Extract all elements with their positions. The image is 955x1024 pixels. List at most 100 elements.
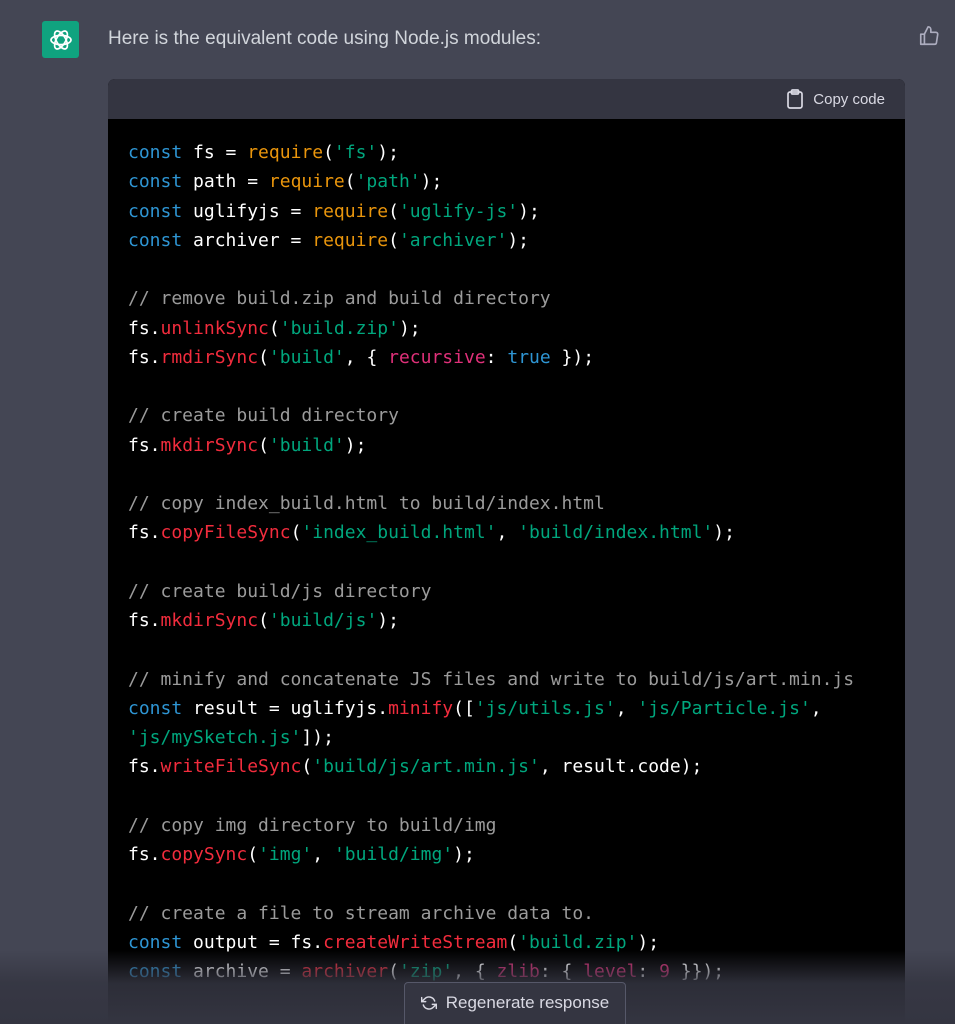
code-token-bool: true: [507, 346, 551, 368]
code-line: fs.writeFileSync('build/js/art.min.js', …: [128, 752, 905, 781]
code-token-plain: (: [388, 229, 399, 251]
code-token-plain: fs.: [128, 317, 161, 339]
code-token-plain: result = uglifyjs.: [182, 697, 389, 719]
code-token-func: writeFileSync: [160, 756, 302, 778]
code-token-string: 'js/Particle.js': [637, 697, 811, 719]
code-token-func: copyFileSync: [160, 522, 291, 544]
code-line: // minify and concatenate JS files and w…: [128, 665, 905, 694]
code-token-string: 'js/utils.js': [474, 697, 616, 719]
code-token-string: 'build': [268, 434, 345, 456]
code-token-builtin: require: [312, 200, 389, 222]
code-token-plain: );: [507, 229, 529, 251]
code-token-plain: ,: [615, 697, 638, 719]
code-block-header: Copy code: [108, 79, 905, 119]
code-token-string: 'uglify-js': [398, 200, 519, 222]
code-token-string: 'build/index.html': [518, 522, 714, 544]
code-token-string: 'index_build.html': [301, 522, 497, 544]
code-token-plain: fs.: [128, 610, 161, 631]
thumbs-up-button[interactable]: [918, 25, 940, 47]
code-token-plain: :: [485, 346, 508, 368]
code-token-builtin: require: [247, 142, 324, 163]
code-token-string: 'build/js/art.min.js': [312, 756, 540, 778]
code-token-comment: // copy img directory to build/img: [128, 814, 497, 836]
code-token-plain: );: [713, 522, 735, 544]
code-token-keyword: const: [128, 697, 183, 719]
code-token-plain: (: [258, 610, 269, 631]
code-token-plain: (: [258, 434, 269, 456]
code-token-string: 'js/mySketch.js': [128, 727, 302, 748]
code-line: // create build directory: [128, 401, 905, 430]
code-token-plain: uglifyjs =: [182, 200, 313, 222]
code-token-plain: ,: [312, 844, 334, 865]
assistant-avatar: [42, 21, 79, 58]
code-token-plain: ]);: [301, 727, 334, 748]
code-token-plain: (: [290, 522, 302, 544]
code-line: 'js/mySketch.js']);: [128, 723, 905, 752]
code-token-plain: );: [453, 844, 475, 865]
code-token-string: 'build': [268, 346, 345, 368]
code-token-plain: fs.: [128, 522, 161, 544]
code-token-string: 'fs': [333, 142, 378, 163]
code-token-plain: archiver =: [182, 229, 313, 251]
code-token-plain: fs.: [128, 346, 161, 368]
chat-view: Here is the equivalent code using Node.j…: [0, 0, 955, 1024]
code-token-comment: // minify and concatenate JS files and w…: [128, 668, 855, 690]
code-line: // create a file to stream archive data …: [128, 899, 905, 928]
code-token-comment: // create build directory: [128, 405, 399, 427]
code-token-string: 'img': [258, 844, 313, 865]
code-token-plain: );: [377, 142, 399, 163]
code-token-plain: (: [344, 171, 356, 193]
code-token-func: copySync: [160, 844, 248, 865]
code-token-keyword: const: [128, 142, 183, 163]
code-line: const uglifyjs = require('uglify-js');: [128, 197, 905, 226]
code-line: const fs = require('fs');: [128, 138, 905, 167]
code-token-plain: fs.: [128, 756, 161, 778]
code-line: fs.copyFileSync('index_build.html', 'bui…: [128, 518, 905, 547]
code-token-func: rmdirSync: [160, 346, 259, 368]
code-token-keyword: const: [128, 200, 183, 222]
code-token-func: mkdirSync: [160, 610, 259, 631]
regenerate-label: Regenerate response: [445, 993, 610, 1012]
code-line: // copy img directory to build/img: [128, 811, 905, 840]
code-block: Copy code const fs = require('fs'); const…: [108, 79, 905, 1024]
code-line: fs.mkdirSync('build/js');: [128, 606, 905, 635]
code-token-string: 'build.zip': [279, 317, 399, 339]
code-token-builtin: require: [268, 171, 345, 193]
code-content: const fs = require('fs'); const path = re…: [108, 119, 905, 1024]
code-token-prop: recursive: [388, 346, 486, 368]
code-token-plain: (: [301, 756, 313, 778]
code-line: // copy index_build.html to build/index.…: [128, 489, 905, 518]
message-intro-text: Here is the equivalent code using Node.j…: [108, 28, 542, 49]
code-token-plain: (: [268, 317, 280, 339]
copy-code-button[interactable]: Copy code: [786, 89, 885, 109]
code-line: fs.copySync('img', 'build/img');: [128, 840, 905, 869]
code-token-plain: , {: [344, 346, 389, 368]
clipboard-icon: [787, 89, 804, 109]
regenerate-response-button[interactable]: Regenerate response: [404, 982, 626, 1024]
code-token-func: minify: [388, 697, 454, 719]
code-line: fs.mkdirSync('build');: [128, 431, 905, 460]
refresh-icon: [420, 996, 437, 1010]
code-token-plain: fs =: [182, 142, 248, 163]
code-line: const result = uglifyjs.minify(['js/util…: [128, 694, 905, 723]
code-line: fs.unlinkSync('build.zip');: [128, 314, 905, 343]
code-token-plain: (: [323, 142, 334, 163]
code-token-builtin: require: [312, 229, 389, 251]
code-token-plain: );: [518, 200, 540, 222]
openai-logo-icon: [49, 29, 72, 50]
code-token-plain: fs.: [128, 434, 161, 456]
code-token-string: 'path': [355, 171, 421, 193]
code-token-comment: // create build/js directory: [128, 580, 432, 602]
code-line: fs.rmdirSync('build', { recursive: true …: [128, 343, 905, 372]
code-line: const path = require('path');: [128, 167, 905, 196]
code-token-string: 'build/img': [333, 844, 454, 865]
code-token-plain: );: [398, 317, 421, 339]
code-token-string: 'archiver': [398, 229, 508, 251]
code-token-keyword: const: [128, 229, 183, 251]
code-line: // remove build.zip and build directory: [128, 284, 905, 313]
